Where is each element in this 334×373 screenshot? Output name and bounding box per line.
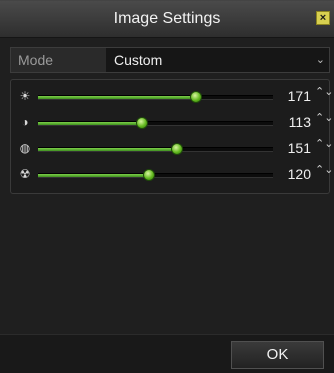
saturation-value[interactable]: 151	[277, 140, 311, 156]
hue-slider[interactable]	[38, 169, 273, 181]
hue-spinner-icon[interactable]: ⌃⌄	[315, 165, 333, 176]
contrast-icon: ◑	[21, 115, 29, 129]
hue-slider-thumb[interactable]	[142, 169, 155, 181]
ok-button[interactable]: OK	[231, 341, 324, 369]
chevron-down-icon: ⌄	[315, 54, 325, 66]
brightness-slider-thumb[interactable]	[189, 91, 202, 103]
brightness-spinner-icon[interactable]: ⌃⌄	[315, 87, 333, 98]
saturation-slider-fill	[38, 148, 178, 151]
brightness-row: ☀ 171 ⌃⌄	[11, 84, 334, 110]
mode-row: Mode Custom ⌄	[10, 47, 330, 73]
brightness-slider-fill	[38, 96, 196, 99]
contrast-value[interactable]: 113	[277, 114, 311, 130]
brightness-slider[interactable]	[38, 91, 273, 103]
contrast-slider-fill	[38, 122, 143, 125]
dialog-title: Image Settings	[113, 10, 221, 27]
saturation-slider-thumb[interactable]	[171, 143, 184, 155]
brightness-value[interactable]: 171	[277, 88, 311, 104]
dialog-footer: OK	[0, 334, 334, 373]
saturation-slider[interactable]	[38, 143, 273, 155]
hue-row: ☢ 120 ⌃⌄	[11, 162, 334, 188]
mode-select[interactable]: Custom ⌄	[108, 48, 329, 72]
close-icon[interactable]: ×	[316, 11, 330, 25]
adjustment-panel: ☀ 171 ⌃⌄ ◑ 113 ⌃⌄ ◍ 151 ⌃⌄ ☢ 120 ⌃⌄	[10, 79, 334, 194]
mode-value: Custom	[114, 52, 163, 68]
saturation-icon: ◍	[19, 141, 31, 155]
brightness-icon: ☀	[19, 89, 31, 103]
image-settings-dialog: Image Settings × Mode Custom ⌄ ☀ 171 ⌃⌄ …	[0, 0, 334, 373]
hue-icon: ☢	[19, 167, 31, 181]
saturation-spinner-icon[interactable]: ⌃⌄	[315, 139, 333, 150]
contrast-slider[interactable]	[38, 117, 273, 129]
mode-label: Mode	[11, 48, 106, 72]
title-bar: Image Settings ×	[0, 1, 334, 38]
contrast-slider-thumb[interactable]	[136, 117, 149, 129]
contrast-row: ◑ 113 ⌃⌄	[11, 110, 333, 136]
hue-slider-fill	[38, 174, 149, 177]
hue-value[interactable]: 120	[277, 166, 311, 182]
contrast-spinner-icon[interactable]: ⌃⌄	[315, 113, 333, 124]
saturation-row: ◍ 151 ⌃⌄	[11, 136, 334, 162]
